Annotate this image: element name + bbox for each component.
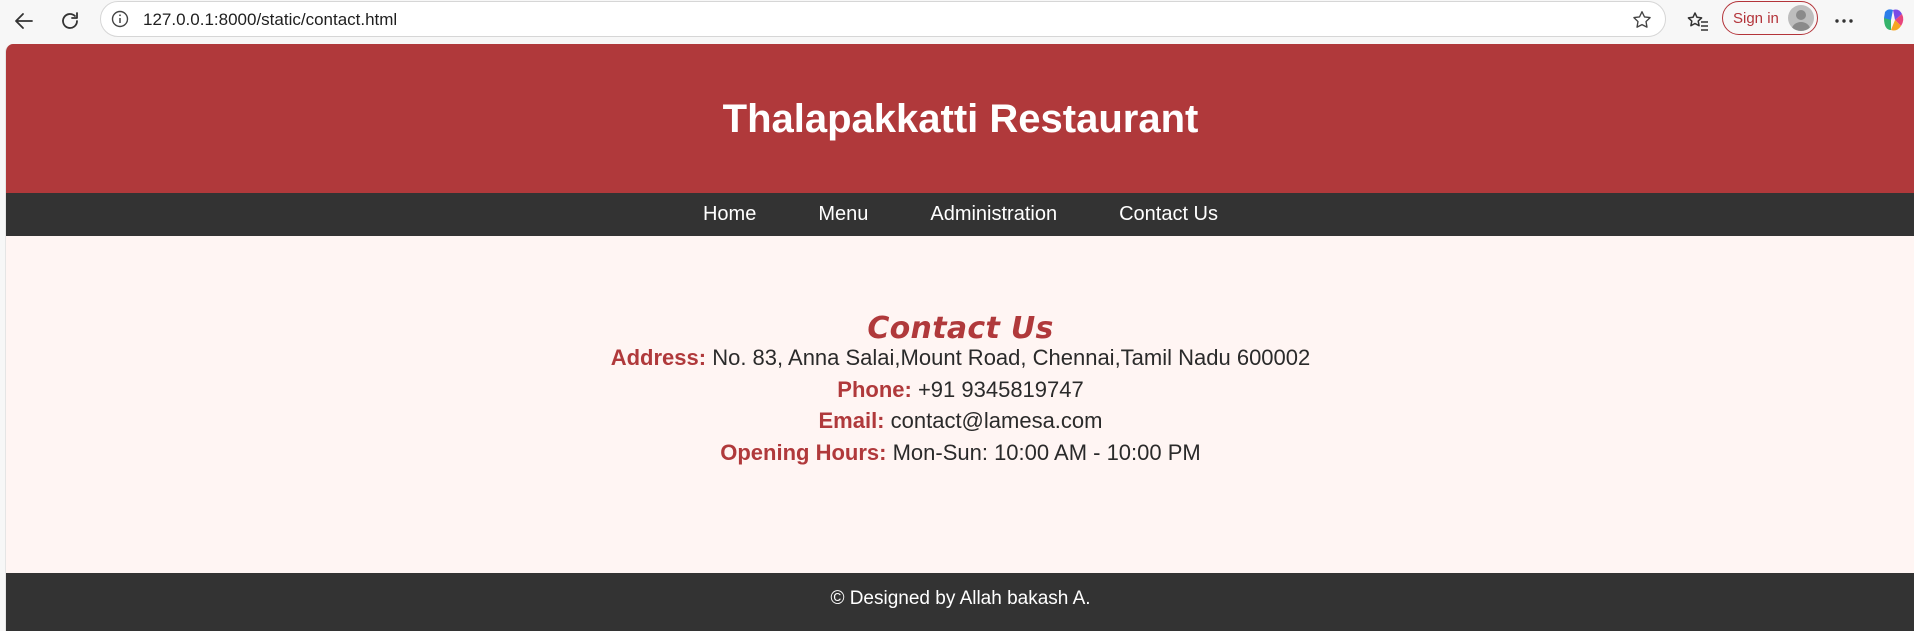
contact-section: Contact Us Address: No. 83, Anna Salai,M… bbox=[6, 236, 1914, 618]
main-nav: Home Menu Administration Contact Us bbox=[6, 193, 1914, 236]
more-icon[interactable] bbox=[1827, 4, 1861, 38]
info-icon[interactable] bbox=[111, 10, 129, 28]
nav-home[interactable]: Home bbox=[703, 203, 756, 226]
reload-icon[interactable] bbox=[53, 4, 87, 38]
email-value: contact@lamesa.com bbox=[884, 408, 1103, 433]
hours-line: Opening Hours: Mon-Sun: 10:00 AM - 10:00… bbox=[6, 440, 1914, 466]
site-footer: © Designed by Allah bakash A. bbox=[6, 573, 1914, 631]
site-title: Thalapakkatti Restaurant bbox=[722, 97, 1199, 141]
site-header: Thalapakkatti Restaurant bbox=[6, 44, 1914, 193]
footer-credit: © Designed by Allah bakash A. bbox=[830, 588, 1091, 609]
browser-toolbar: 127.0.0.1:8000/static/contact.html Sign … bbox=[0, 0, 1914, 42]
phone-value: +91 9345819747 bbox=[911, 377, 1084, 402]
nav-administration[interactable]: Administration bbox=[930, 203, 1057, 226]
hours-value: Mon-Sun: 10:00 AM - 10:00 PM bbox=[886, 440, 1201, 465]
sign-in-button[interactable]: Sign in bbox=[1722, 1, 1818, 35]
address-line: Address: No. 83, Anna Salai,Mount Road, … bbox=[6, 345, 1914, 371]
back-arrow-icon[interactable] bbox=[7, 4, 41, 38]
hours-label: Opening Hours: bbox=[720, 440, 887, 465]
avatar-icon bbox=[1788, 5, 1814, 31]
url-text[interactable]: 127.0.0.1:8000/static/contact.html bbox=[143, 10, 397, 30]
nav-menu[interactable]: Menu bbox=[818, 203, 868, 226]
phone-line: Phone: +91 9345819747 bbox=[6, 377, 1914, 403]
sign-in-label: Sign in bbox=[1733, 9, 1779, 27]
contact-heading: Contact Us bbox=[867, 311, 1054, 346]
star-icon[interactable] bbox=[1631, 9, 1653, 31]
email-line: Email: contact@lamesa.com bbox=[6, 408, 1914, 434]
email-label: Email: bbox=[818, 408, 885, 433]
phone-label: Phone: bbox=[837, 377, 912, 402]
copilot-icon[interactable] bbox=[1879, 6, 1907, 34]
favorites-icon[interactable] bbox=[1681, 4, 1715, 38]
address-bar[interactable]: 127.0.0.1:8000/static/contact.html bbox=[100, 1, 1666, 37]
nav-contact-us[interactable]: Contact Us bbox=[1119, 203, 1218, 226]
address-value: No. 83, Anna Salai,Mount Road, Chennai,T… bbox=[706, 345, 1311, 370]
page-viewport: Thalapakkatti Restaurant Home Menu Admin… bbox=[5, 44, 1914, 631]
address-label: Address: bbox=[610, 345, 707, 370]
